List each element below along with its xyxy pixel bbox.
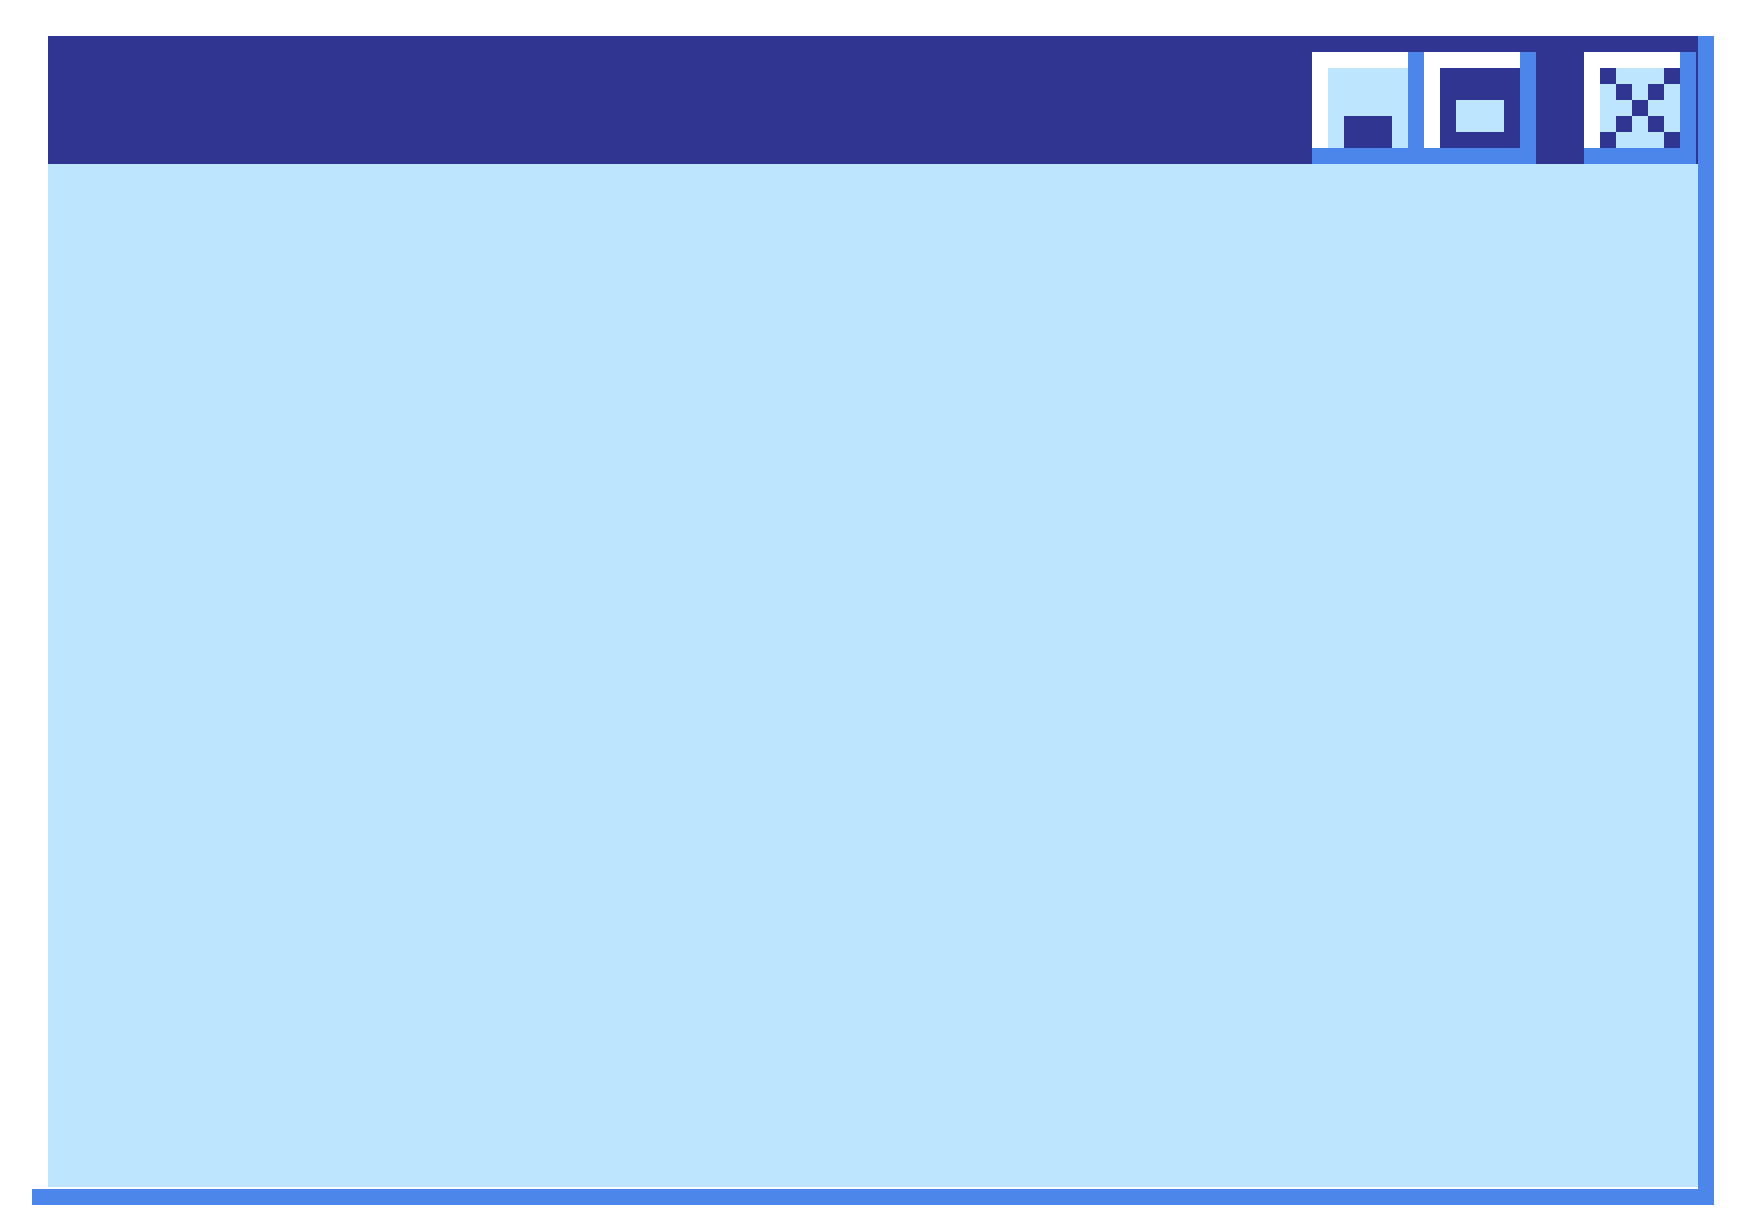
minimize-icon — [1328, 68, 1408, 148]
app-window — [48, 36, 1698, 1187]
title-bar[interactable] — [48, 36, 1698, 164]
close-icon — [1600, 68, 1680, 148]
window-content — [48, 164, 1698, 1187]
maximize-icon — [1440, 68, 1520, 148]
minimize-button[interactable] — [1312, 52, 1424, 164]
window-right-shadow — [1698, 36, 1714, 1205]
window-bottom-shadow — [32, 1189, 1714, 1205]
close-button[interactable] — [1584, 52, 1696, 164]
maximize-button[interactable] — [1424, 52, 1536, 164]
